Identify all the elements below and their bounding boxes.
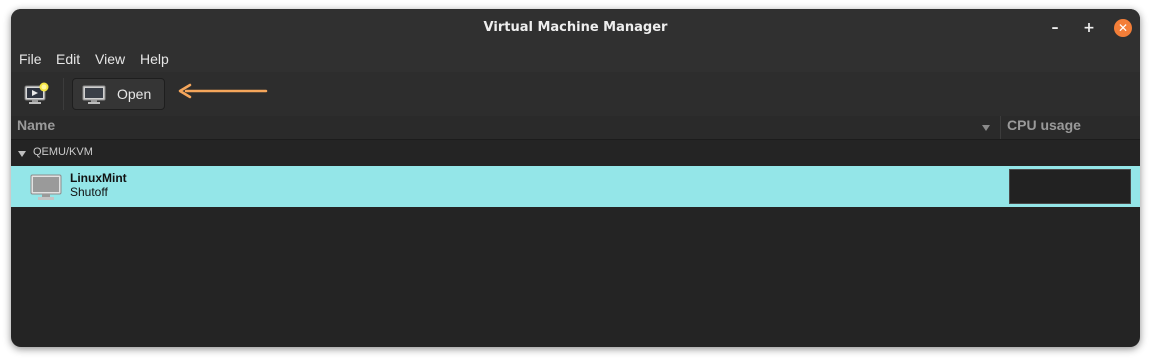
window-title: Virtual Machine Manager: [483, 20, 668, 35]
vmm-window: Virtual Machine Manager – + ✕ File Edit …: [11, 9, 1140, 347]
column-name-header[interactable]: Name: [17, 116, 55, 139]
open-button[interactable]: Open: [72, 78, 165, 110]
new-vm-button[interactable]: [22, 81, 50, 107]
sort-down-icon[interactable]: [981, 124, 991, 132]
menu-edit[interactable]: Edit: [56, 46, 80, 72]
column-divider: [1000, 116, 1001, 139]
connection-row[interactable]: QEMU/KVM: [11, 140, 1140, 166]
vm-row[interactable]: LinuxMint Shutoff: [11, 166, 1140, 207]
cpu-usage-graph: [1009, 169, 1131, 204]
close-button[interactable]: ✕: [1114, 19, 1132, 37]
monitor-icon: [82, 85, 106, 104]
column-cpu-header[interactable]: CPU usage: [1007, 116, 1081, 139]
minimize-button[interactable]: –: [1046, 19, 1064, 37]
menu-view[interactable]: View: [95, 46, 125, 72]
title-bar[interactable]: Virtual Machine Manager – + ✕: [11, 9, 1140, 46]
open-button-label: Open: [117, 86, 152, 102]
vm-status: Shutoff: [70, 185, 108, 199]
menu-help[interactable]: Help: [140, 46, 169, 72]
menu-bar: File Edit View Help: [11, 46, 1140, 72]
maximize-button[interactable]: +: [1080, 19, 1098, 37]
monitor-icon: [30, 174, 62, 200]
vm-name: LinuxMint: [70, 171, 127, 185]
column-header: Name CPU usage: [11, 116, 1140, 140]
toolbar-separator: [63, 78, 64, 110]
connection-label: QEMU/KVM: [33, 146, 93, 158]
expander-down-icon[interactable]: [17, 150, 27, 158]
menu-file[interactable]: File: [19, 46, 42, 72]
new-vm-icon: [24, 82, 49, 104]
annotation-arrow-icon: [178, 83, 268, 99]
